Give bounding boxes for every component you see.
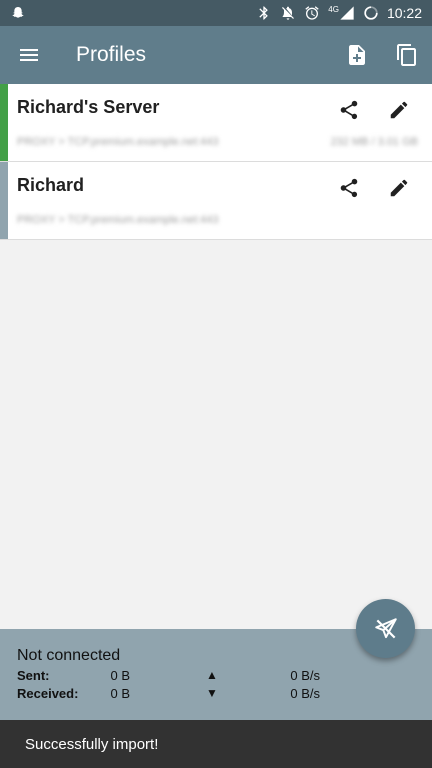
bluetooth-icon [256,5,272,21]
upload-arrow-icon: ▲ [206,668,218,682]
battery-charging-ring-icon [363,5,379,21]
notifications-off-icon [280,5,296,21]
import-from-clipboard-button[interactable] [382,26,432,84]
alarm-icon [304,5,320,21]
profile-server: PROXY > TCP.premium.example.net:443 [17,136,219,148]
profile-active-indicator [0,84,8,161]
share-profile-button[interactable] [324,92,374,128]
profile-traffic: 232 MB / 3.01 GB [330,136,418,148]
snackbar-message: Successfully import! [25,735,159,753]
profile-card[interactable]: Richard's Server PROXY > TCP.premium.exa… [0,84,432,162]
profile-details: PROXY > TCP.premium.example.net:443 232 … [17,136,418,148]
received-rate: 0 B/s [290,686,320,701]
snackbar: Successfully import! [0,720,432,768]
connection-status: Not connected [17,647,121,664]
profile-name: Richard [17,175,85,195]
clock: 10:22 [386,5,422,21]
status-bar: 4G 10:22 [0,0,432,26]
sent-label: Sent: [17,668,50,683]
received-total: 0 B [110,686,130,701]
cellular-signal-icon: 4G [328,5,355,21]
share-profile-button[interactable] [324,170,374,206]
hamburger-menu-icon [20,49,38,61]
pencil-icon [390,101,408,119]
sent-rate: 0 B/s [290,668,320,683]
received-label: Received: [17,686,79,701]
received-row: Received: 0 B ▼ 0 B/s [17,686,327,702]
profile-card[interactable]: Richard PROXY > TCP.premium.example.net:… [0,162,432,240]
sent-row: Sent: 0 B ▲ 0 B/s [17,668,327,684]
app-bar: Profiles [0,26,432,84]
share-icon [340,178,358,198]
copy-icon [397,44,416,66]
edit-profile-button[interactable] [374,170,424,206]
download-arrow-icon: ▼ [206,686,218,700]
add-profile-from-file-button[interactable] [332,26,382,84]
ghost-notification-icon [10,5,26,21]
profile-details: PROXY > TCP.premium.example.net:443 [17,214,418,226]
airplane-off-icon [374,617,397,638]
note-add-icon [349,45,365,65]
sent-total: 0 B [110,668,130,683]
profile-server: PROXY > TCP.premium.example.net:443 [17,214,219,226]
connect-button[interactable] [356,599,415,658]
edit-profile-button[interactable] [374,92,424,128]
share-icon [340,100,358,120]
page-title: Profiles [76,43,147,66]
profile-name: Richard's Server [17,97,160,117]
profile-list: Richard's Server PROXY > TCP.premium.exa… [0,84,432,240]
profile-inactive-indicator [0,162,8,239]
menu-button[interactable] [0,26,58,84]
network-type-label: 4G [328,4,339,14]
pencil-icon [390,179,408,197]
